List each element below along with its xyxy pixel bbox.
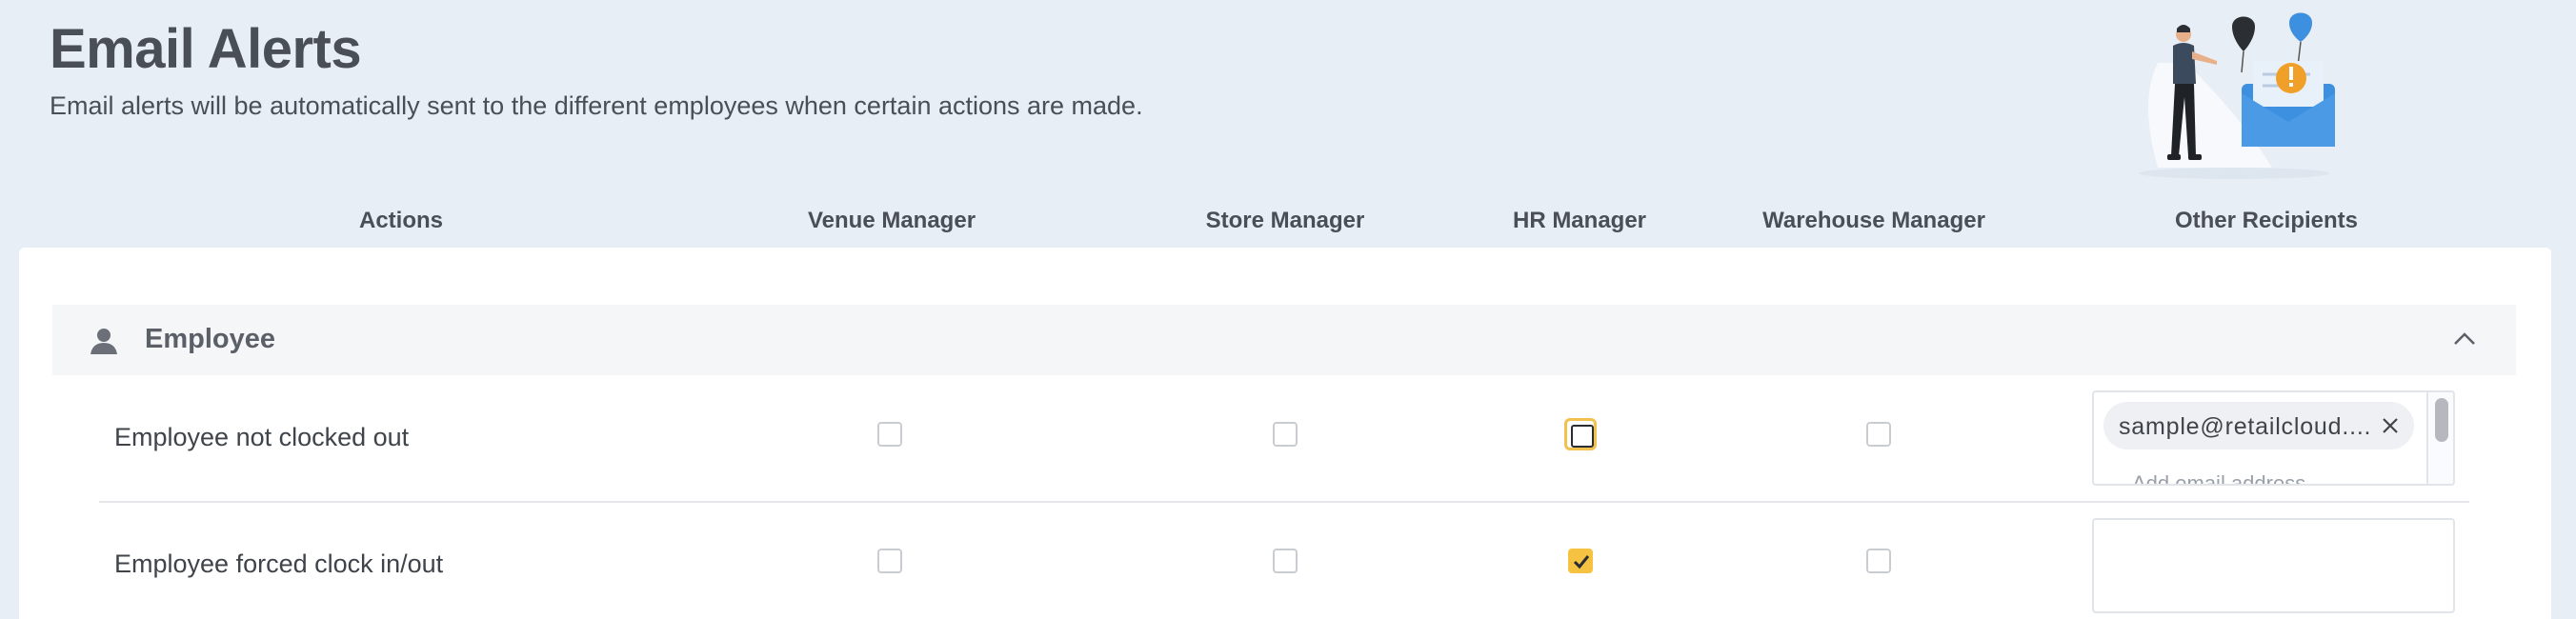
checkmark-icon — [1573, 555, 1590, 569]
email-alert-illustration — [2139, 12, 2335, 179]
column-header-other-recipients: Other Recipients — [2174, 208, 2359, 233]
row-divider — [99, 501, 2469, 503]
row-label-employee-not-clocked-out: Employee not clocked out — [114, 423, 410, 451]
checkbox-venue-manager[interactable] — [877, 549, 902, 573]
row-label-employee-forced-clock: Employee forced clock in/out — [114, 549, 444, 578]
section-header-employee[interactable]: Employee — [52, 305, 2516, 375]
checkbox-warehouse-manager[interactable] — [1866, 549, 1891, 573]
checkbox-venue-manager[interactable] — [877, 422, 902, 447]
recipient-input-placeholder[interactable]: Add email address — [2132, 471, 2305, 484]
scrollbar-thumb[interactable] — [2435, 398, 2448, 442]
column-header-warehouse-manager: Warehouse Manager — [1762, 208, 1985, 233]
page-subtitle: Email alerts will be automatically sent … — [50, 91, 1143, 120]
checkbox-store-manager[interactable] — [1273, 422, 1298, 447]
person-icon — [91, 329, 117, 354]
section-label: Employee — [145, 324, 275, 354]
close-icon[interactable] — [2380, 415, 2401, 436]
column-header-venue-manager: Venue Manager — [807, 208, 976, 233]
other-recipients-input[interactable] — [2092, 518, 2455, 613]
column-header-hr-manager: HR Manager — [1512, 208, 1647, 233]
checkbox-hr-manager[interactable] — [1568, 549, 1593, 573]
other-recipients-input[interactable]: sample@retailcloud.... Add email address — [2092, 390, 2455, 486]
checkbox-store-manager[interactable] — [1273, 549, 1298, 573]
page-title: Email Alerts — [50, 18, 362, 80]
column-header-actions: Actions — [358, 208, 444, 233]
recipient-chip: sample@retailcloud.... — [2103, 402, 2414, 449]
chevron-up-icon[interactable] — [2451, 326, 2478, 352]
checkbox-hr-manager[interactable] — [1564, 418, 1597, 450]
checkbox-warehouse-manager[interactable] — [1866, 422, 1891, 447]
recipient-email: sample@retailcloud.... — [2119, 413, 2372, 440]
column-header-store-manager: Store Manager — [1205, 208, 1365, 233]
scrollbar[interactable] — [2426, 392, 2453, 484]
